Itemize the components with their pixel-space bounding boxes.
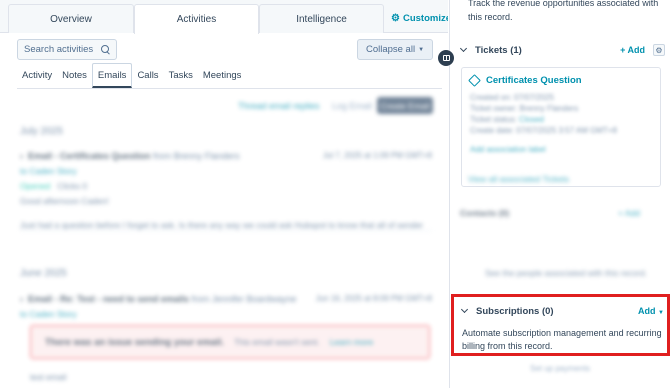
email-tracking: Opened Clicks 0 bbox=[20, 181, 432, 191]
ticket-icon bbox=[468, 74, 481, 87]
add-association-label-link[interactable]: Add association label bbox=[470, 144, 660, 155]
gear-icon[interactable]: ⚙ bbox=[653, 44, 665, 56]
contacts-title[interactable]: Contacts (0) bbox=[460, 208, 509, 218]
ticket-title[interactable]: Certificates Question bbox=[468, 74, 582, 87]
email-recipient[interactable]: to Caden Story bbox=[20, 166, 432, 176]
ticket-status: Ticket status: Closed bbox=[470, 114, 660, 125]
tab-intelligence[interactable]: Intelligence bbox=[259, 4, 384, 33]
tickets-title: Tickets (1) bbox=[475, 44, 522, 56]
email-timeline: Thread email replies Log Email Create Em… bbox=[0, 90, 448, 388]
email-subject: Email - Certificates Question bbox=[28, 151, 151, 161]
email-date: Jul 7, 2025 at 1:09 PM GMT+8 bbox=[322, 151, 432, 160]
search-activities-input[interactable]: Search activities bbox=[17, 39, 117, 60]
ticket-owner: Ticket owner: Brenny Flanders bbox=[470, 104, 579, 113]
create-email-button[interactable]: Create Email bbox=[377, 97, 433, 114]
email-preview: Just had a question before I forget to a… bbox=[20, 220, 424, 230]
subscriptions-header[interactable]: Subscriptions (0) Add ▼ bbox=[461, 304, 664, 318]
email-date: Jun 16, 2025 at 8:09 PM GMT+8 bbox=[315, 294, 432, 303]
opened-status: Opened bbox=[20, 181, 51, 191]
subtab-tasks[interactable]: Tasks bbox=[164, 63, 198, 88]
email-greeting: Good afternoon Caden! bbox=[20, 196, 109, 206]
panel-toggle-button[interactable] bbox=[438, 50, 454, 66]
chevron-down-icon bbox=[461, 307, 469, 315]
view-all-tickets-link[interactable]: View all associated Tickets bbox=[468, 174, 569, 184]
activity-subtabs: Activity Notes Emails Calls Tasks Meetin… bbox=[17, 63, 246, 88]
email-card[interactable]: › Email - Certificates Question from Bre… bbox=[20, 151, 432, 231]
subtab-meetings[interactable]: Meetings bbox=[198, 63, 247, 88]
tab-overview[interactable]: Overview bbox=[8, 4, 134, 33]
log-email-button[interactable]: Log Email bbox=[332, 101, 372, 111]
subtab-calls[interactable]: Calls bbox=[132, 63, 163, 88]
gear-icon: ⚙ bbox=[391, 13, 400, 24]
email-card[interactable]: › Email - Re: Test - need to send emails… bbox=[20, 294, 432, 320]
thread-replies-link[interactable]: Thread email replies bbox=[238, 101, 320, 111]
tab-activities[interactable]: Activities bbox=[134, 4, 259, 34]
send-error-alert: There was an issue sending your email. T… bbox=[30, 325, 430, 359]
blurred-sidebar-content: View all associated Tickets Contacts (0)… bbox=[450, 160, 670, 290]
set-up-payments-text: Set up payments bbox=[530, 364, 591, 373]
subtab-emails[interactable]: Emails bbox=[91, 63, 133, 88]
add-subscription-button[interactable]: Add ▼ bbox=[638, 306, 664, 316]
search-icon bbox=[101, 45, 110, 54]
email-from: from Brenny Flanders bbox=[153, 151, 240, 161]
ticket-create-date: Create date: 07/07/2025 3:57 AM GMT+8 bbox=[470, 126, 617, 135]
chevron-down-icon bbox=[460, 46, 468, 54]
subtab-notes[interactable]: Notes bbox=[57, 63, 92, 88]
ticket-status-label: Ticket status: bbox=[470, 115, 517, 124]
search-placeholder: Search activities bbox=[24, 44, 94, 55]
subtabs-divider bbox=[17, 88, 442, 89]
deals-description: Track the revenue opportunities associat… bbox=[468, 0, 659, 22]
add-ticket-button[interactable]: + Add bbox=[620, 45, 645, 55]
subscriptions-description: Automate subscription management and rec… bbox=[462, 328, 662, 351]
collapse-all-button[interactable]: Collapse all ▼ bbox=[357, 39, 433, 60]
ticket-details: Created on: 07/07/2025 Ticket owner: Bre… bbox=[470, 92, 660, 155]
subscriptions-section: Subscriptions (0) Add ▼ Automate subscri… bbox=[451, 294, 670, 356]
record-tabs: Overview Activities Intelligence ⚙ Custo… bbox=[0, 0, 448, 34]
ticket-created: Created on: 07/07/2025 bbox=[470, 93, 555, 102]
error-title: There was an issue sending your email. bbox=[45, 336, 224, 348]
month-header: July 2025 bbox=[20, 126, 63, 137]
customize-button[interactable]: ⚙ Customize bbox=[386, 4, 448, 33]
clicks-count: Clicks 0 bbox=[57, 181, 88, 191]
learn-more-link[interactable]: Learn more bbox=[330, 337, 373, 347]
ticket-status-value[interactable]: Closed bbox=[519, 115, 544, 124]
email-recipient[interactable]: to Caden Story bbox=[20, 309, 432, 319]
email-subject: Email - Re: Test - need to send emails bbox=[28, 294, 189, 304]
add-contact-button[interactable]: + Add bbox=[618, 208, 640, 218]
contacts-empty-text: See the people associated with this reco… bbox=[485, 268, 648, 278]
month-header: June 2025 bbox=[20, 268, 67, 279]
email-body-preview: test email bbox=[30, 372, 67, 382]
subtab-activity[interactable]: Activity bbox=[17, 63, 57, 88]
tickets-section-header[interactable]: Tickets (1) + Add ⚙ bbox=[460, 40, 665, 60]
subscriptions-title: Subscriptions (0) bbox=[476, 305, 554, 317]
activities-pane: Overview Activities Intelligence ⚙ Custo… bbox=[0, 0, 448, 388]
caret-down-icon: ▼ bbox=[658, 310, 664, 316]
email-from: from Jennifer Boardwayne bbox=[191, 294, 297, 304]
collapse-all-label: Collapse all bbox=[365, 44, 416, 55]
error-subtitle: This email wasn't sent. bbox=[233, 337, 320, 347]
sidebar-toggle-icon bbox=[442, 55, 450, 61]
right-sidebar: Track the revenue opportunities associat… bbox=[449, 0, 670, 388]
ticket-name: Certificates Question bbox=[486, 75, 582, 86]
caret-down-icon: ▼ bbox=[418, 46, 425, 53]
customize-label: Customize bbox=[402, 13, 448, 24]
